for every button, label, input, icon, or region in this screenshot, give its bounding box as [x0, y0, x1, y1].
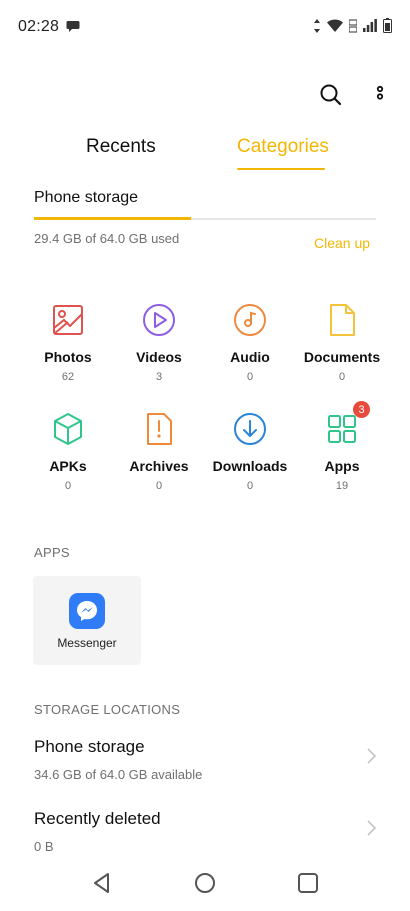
audio-icon	[232, 302, 268, 338]
storage-location-phone[interactable]: Phone storage 34.6 GB of 64.0 GB availab…	[0, 737, 410, 801]
photos-icon	[50, 302, 86, 338]
category-count: 3	[155, 371, 163, 383]
category-documents[interactable]: Documents 0	[294, 302, 390, 383]
file-manager-screen: 02:28 Recents Categories Phone storage 2…	[0, 0, 410, 911]
apps-section-header: APPS	[34, 545, 70, 560]
active-tab-indicator	[237, 168, 325, 170]
chevron-right-icon	[364, 747, 378, 765]
category-label: Downloads	[212, 458, 288, 474]
location-subtitle: 0 B	[34, 839, 54, 854]
search-icon[interactable]	[318, 82, 344, 108]
category-count: 0	[338, 371, 346, 383]
location-title: Recently deleted	[34, 809, 161, 828]
chevron-right-icon	[364, 819, 378, 837]
app-tile-messenger[interactable]: Messenger	[33, 576, 141, 665]
messenger-icon	[69, 593, 105, 629]
tab-categories[interactable]: Categories	[237, 136, 329, 158]
category-label: Photos	[44, 349, 92, 365]
message-notification-icon	[66, 20, 80, 38]
category-videos[interactable]: Videos 3	[111, 302, 207, 383]
system-navigation-bar	[0, 862, 410, 906]
category-count: 0	[64, 480, 72, 492]
category-photos[interactable]: Photos 62	[20, 302, 116, 383]
storage-usage-fill	[34, 217, 192, 220]
status-bar: 02:28	[0, 0, 410, 56]
category-label: Audio	[230, 349, 270, 365]
clean-up-button[interactable]: Clean up	[314, 235, 370, 251]
app-name: Messenger	[57, 636, 117, 650]
lte-icon	[349, 19, 357, 32]
storage-locations-header: STORAGE LOCATIONS	[34, 702, 181, 717]
apks-icon	[50, 411, 86, 447]
status-time: 02:28	[18, 18, 60, 35]
category-downloads[interactable]: Downloads 0	[202, 411, 298, 492]
signal-icon	[363, 19, 377, 32]
category-label: APKs	[49, 458, 87, 474]
apps-update-badge: 3	[353, 401, 370, 418]
downloads-icon	[232, 411, 268, 447]
category-count: 0	[246, 371, 254, 383]
recent-apps-icon[interactable]	[295, 870, 321, 896]
location-title: Phone storage	[34, 737, 145, 756]
category-count: 19	[335, 480, 349, 492]
category-count: 62	[61, 371, 75, 383]
back-icon[interactable]	[89, 870, 115, 896]
apps-icon: 3	[324, 401, 370, 447]
tab-recents[interactable]: Recents	[86, 136, 156, 158]
category-label: Documents	[303, 349, 381, 365]
data-arrows-icon	[314, 18, 320, 33]
category-archives[interactable]: Archives 0	[111, 411, 207, 492]
category-apps[interactable]: 3 Apps 19	[294, 401, 390, 492]
category-count: 0	[155, 480, 163, 492]
home-icon[interactable]	[192, 870, 218, 896]
category-audio[interactable]: Audio 0	[202, 302, 298, 383]
category-count: 0	[246, 480, 254, 492]
storage-used-text: 29.4 GB of 64.0 GB used	[34, 231, 180, 246]
status-icons	[313, 18, 392, 33]
location-subtitle: 34.6 GB of 64.0 GB available	[34, 767, 203, 782]
storage-usage-bar	[34, 217, 376, 220]
category-label: Videos	[136, 349, 182, 365]
archives-icon	[141, 411, 177, 447]
videos-icon	[141, 302, 177, 338]
category-label: Apps	[324, 458, 360, 474]
category-apks[interactable]: APKs 0	[20, 411, 116, 492]
more-options-icon[interactable]	[368, 82, 392, 108]
battery-icon	[383, 18, 392, 33]
storage-summary-title: Phone storage	[34, 189, 139, 206]
wifi-icon	[327, 19, 343, 32]
category-label: Archives	[129, 458, 189, 474]
documents-icon	[324, 302, 360, 338]
